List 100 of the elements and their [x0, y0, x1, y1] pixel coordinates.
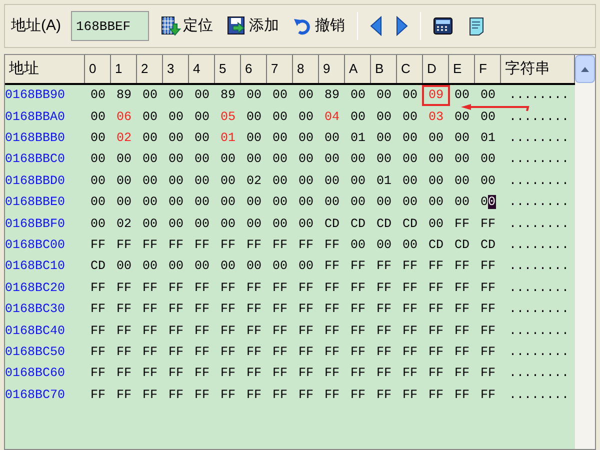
hex-cell-text: 02: [115, 130, 132, 148]
hex-cell-text: CD: [401, 216, 418, 233]
hex-cell-text: 00: [141, 258, 158, 276]
column-header[interactable]: 0: [85, 55, 111, 83]
address-cell-text: 0168BC60: [5, 365, 66, 382]
hex-cell-text: FF: [167, 344, 184, 361]
hex-cell-text: FF: [453, 365, 470, 382]
column-header[interactable]: 地址: [5, 55, 85, 83]
hex-cell-text: 89: [115, 87, 132, 104]
hex-cell-text: FF: [427, 344, 444, 361]
string-cell-text: ........: [509, 365, 570, 382]
hex-cell-text: FF: [141, 386, 158, 404]
hex-cell-text: 00: [245, 87, 262, 104]
hex-cell-text: 00: [453, 194, 470, 212]
hex-cell-text: FF: [323, 344, 340, 361]
hex-cell-text: FF: [375, 301, 392, 318]
hex-cell-text: FF: [453, 216, 470, 233]
hex-cell-text: 00: [453, 108, 470, 126]
toolbar-button[interactable]: 定位: [159, 11, 215, 41]
hex-cell-text: FF: [453, 322, 470, 340]
column-header[interactable]: E: [449, 55, 475, 83]
right-triangle-icon: [396, 16, 408, 36]
grid-down-arrow-icon: [161, 16, 181, 36]
hex-cell-text: FF: [349, 365, 366, 382]
hex-cell-text: FF: [271, 365, 288, 382]
calculator-icon: [433, 17, 453, 35]
hex-cell-text: 00: [375, 237, 392, 254]
hex-cell-text: FF: [297, 280, 314, 297]
address-field[interactable]: 168BBEF: [71, 11, 149, 41]
hex-cell-text: FF: [323, 258, 340, 276]
hex-cell-text: FF: [375, 322, 392, 340]
column-header[interactable]: 2: [137, 55, 163, 83]
address-cell-text: 0168BBA0: [5, 108, 66, 126]
address-cell-text: 0168BC00: [5, 237, 66, 254]
hex-cell-text: 00: [375, 151, 392, 168]
hex-cell-text: 00: [349, 237, 366, 254]
hex-cell-text: CD: [375, 216, 392, 233]
hex-cell-text: 00: [245, 216, 262, 233]
hex-cell-text: FF: [167, 301, 184, 318]
string-cell-text: ........: [509, 216, 570, 233]
hex-cell: 09: [423, 86, 449, 106]
hex-cell-text: FF: [115, 280, 132, 297]
column-header[interactable]: 3: [163, 55, 189, 83]
hex-cell-text: FF: [89, 237, 106, 254]
hex-cell-text: FF: [115, 322, 132, 340]
hex-cell-text: 00: [375, 108, 392, 126]
hex-cell-text: FF: [245, 280, 262, 297]
hex-cell-text: FF: [427, 301, 444, 318]
hex-cell-text: 00: [245, 151, 262, 168]
column-header[interactable]: D: [423, 55, 449, 83]
hex-cell-text: FF: [375, 365, 392, 382]
hex-cell-text: FF: [219, 280, 236, 297]
hex-cell-text: FF: [245, 301, 262, 318]
hex-cell-text: FF: [297, 301, 314, 318]
hex-cell-text: 00: [401, 151, 418, 168]
hex-cell-text: FF: [401, 322, 418, 340]
column-header[interactable]: 9: [319, 55, 345, 83]
hex-cell-text: FF: [297, 344, 314, 361]
address-cell-text: 0168BC30: [5, 301, 66, 318]
address-cell-text: 0168BC20: [5, 280, 66, 297]
address-cell-text: 0168BC50: [5, 344, 66, 361]
hex-cell-text: 00: [167, 258, 184, 276]
column-header[interactable]: 1: [111, 55, 137, 83]
column-header[interactable]: 6: [241, 55, 267, 83]
hex-cell-text: 00: [141, 216, 158, 233]
column-header[interactable]: B: [371, 55, 397, 83]
hex-cell-text: FF: [427, 322, 444, 340]
column-header[interactable]: 7: [267, 55, 293, 83]
scrollbar[interactable]: [575, 55, 595, 449]
address-cell-text: 0168BB90: [5, 87, 66, 104]
hex-cell-text: 00: [427, 172, 444, 190]
column-header[interactable]: 5: [215, 55, 241, 83]
toolbar-button[interactable]: 添加: [225, 11, 281, 41]
address-label: 地址(A): [11, 16, 61, 36]
hex-cell-text: 00: [375, 130, 392, 148]
column-header[interactable]: A: [345, 55, 371, 83]
column-header[interactable]: F: [475, 55, 501, 83]
column-header[interactable]: 4: [189, 55, 215, 83]
hex-cell-text: FF: [323, 322, 340, 340]
hex-cell-text: FF: [297, 365, 314, 382]
hex-cell-text: 00: [479, 151, 496, 168]
string-cell-text: ........: [509, 151, 570, 168]
scroll-up-button[interactable]: [575, 55, 595, 83]
hex-cell-text: 00: [453, 130, 470, 148]
hex-cell-text: FF: [115, 301, 132, 318]
hex-cell-text: FF: [141, 322, 158, 340]
hex-cell-text: FF: [349, 301, 366, 318]
hex-cell-text: 00: [167, 172, 184, 190]
hex-cell-text: FF: [271, 322, 288, 340]
hex-cell-text: FF: [453, 258, 470, 276]
hex-cell-text: CD: [349, 216, 366, 233]
column-header[interactable]: 8: [293, 55, 319, 83]
hex-cell-text: FF: [375, 386, 392, 404]
hex-cell-text: 00: [297, 172, 314, 190]
toolbar-button[interactable]: 撤销: [291, 11, 347, 41]
string-cell-text: ........: [509, 344, 570, 361]
column-header[interactable]: C: [397, 55, 423, 83]
up-arrow-icon: [581, 66, 589, 72]
hex-cell-text: FF: [479, 322, 496, 340]
hex-cell-text: FF: [193, 386, 210, 404]
